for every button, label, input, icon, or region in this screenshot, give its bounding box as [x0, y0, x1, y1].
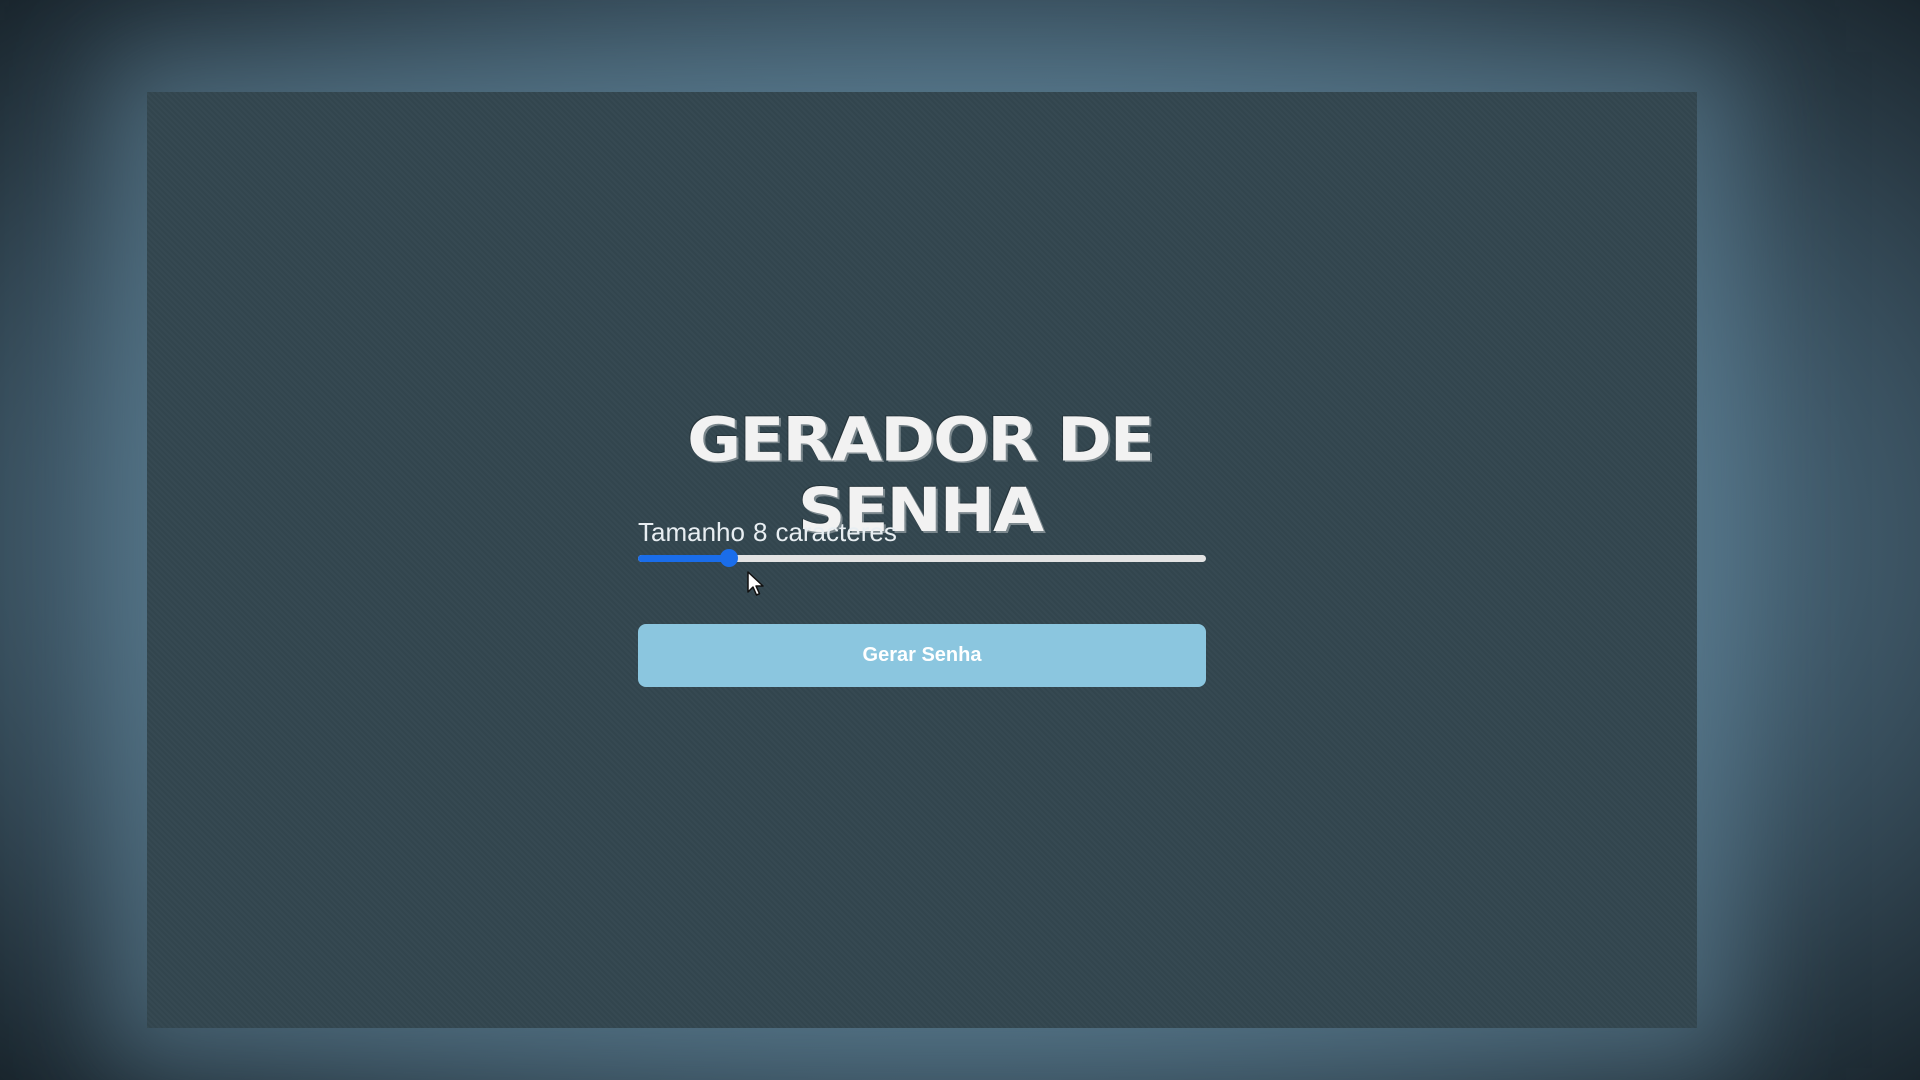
length-suffix: caracteres [775, 517, 897, 547]
generate-password-button[interactable]: Gerar Senha [638, 624, 1206, 687]
length-label: Tamanho 8 caracteres [638, 517, 897, 548]
length-prefix: Tamanho [638, 517, 745, 547]
length-value: 8 [752, 517, 768, 547]
slider-thumb[interactable] [719, 549, 738, 567]
length-slider[interactable] [638, 549, 1206, 567]
slider-fill [638, 555, 729, 562]
mouse-pointer-icon [747, 571, 764, 596]
password-generator: GERADOR DE SENHA Tamanho 8 caracteres Gera… [0, 0, 1920, 1080]
